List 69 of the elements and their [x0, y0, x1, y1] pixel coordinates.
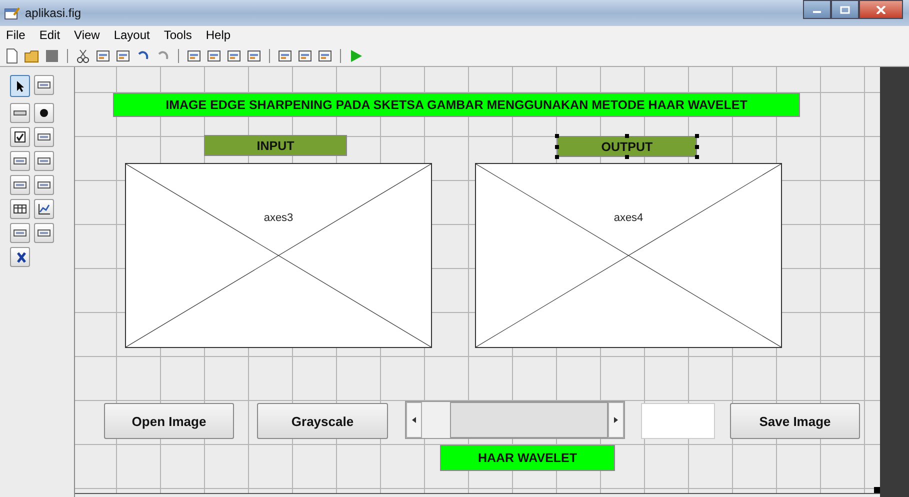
toolbar-icon[interactable] [246, 48, 262, 64]
control-icon [37, 131, 51, 143]
menu-item[interactable]: Layout [114, 28, 150, 44]
chart-icon [37, 203, 51, 215]
push-button[interactable]: Save Image [730, 403, 860, 439]
maximize-icon [840, 6, 850, 14]
close-button[interactable] [859, 0, 903, 19]
menu-item[interactable]: Help [206, 28, 231, 44]
slider-thumb[interactable] [450, 402, 608, 438]
push-button[interactable]: Grayscale [257, 403, 388, 439]
toolbar-icon[interactable] [186, 48, 202, 64]
static-text: INPUT [204, 135, 347, 156]
menu-item[interactable]: Tools [164, 28, 192, 44]
close-icon [876, 6, 886, 14]
pointer-tool[interactable] [10, 75, 30, 97]
left-arrow-icon [412, 417, 416, 423]
palette-tool[interactable] [34, 223, 54, 243]
palette-tool[interactable] [10, 103, 30, 123]
left-arrow-button[interactable] [406, 402, 422, 438]
minimize-button[interactable] [803, 0, 831, 19]
toolbar-icon[interactable] [75, 48, 91, 64]
toolbar-icon[interactable] [226, 48, 242, 64]
push-button[interactable]: Open Image [104, 403, 234, 439]
toolbar-icon[interactable] [95, 48, 111, 64]
palette-tool[interactable] [10, 151, 30, 171]
radio-icon [37, 107, 51, 119]
control-icon [13, 155, 27, 167]
static-text: IMAGE EDGE SHARPENING PADA SKETSA GAMBAR MENGGUNAKAN METODE HAAR WAVELET [113, 93, 800, 117]
axes-label: axes3 [262, 212, 296, 224]
palette-tool[interactable] [34, 127, 54, 147]
palette-tool[interactable] [34, 151, 54, 171]
palette-tool[interactable] [10, 223, 30, 243]
static-text: HAAR WAVELET [440, 445, 615, 471]
palette-tool[interactable] [34, 175, 54, 195]
figure-icon [4, 6, 20, 20]
static-text: OUTPUT [557, 136, 697, 157]
menu-item[interactable]: Edit [39, 28, 60, 44]
toolbar-icon[interactable] [115, 48, 131, 64]
toolbar-icon[interactable] [206, 48, 222, 64]
right-arrow-icon [614, 417, 618, 423]
slider[interactable] [405, 401, 625, 439]
palette-tool[interactable] [10, 199, 30, 219]
checkbox-icon [13, 131, 27, 143]
palette-tool[interactable] [34, 199, 54, 219]
palette-tool[interactable] [10, 175, 30, 195]
control-icon [37, 79, 51, 91]
toolbar-icon[interactable] [297, 48, 313, 64]
run-icon[interactable] [348, 48, 364, 64]
maximize-button[interactable] [831, 0, 859, 19]
toolbar-icon[interactable] [4, 48, 20, 64]
palette-tool[interactable] [34, 103, 54, 123]
toolbar-icon[interactable] [317, 48, 333, 64]
table-icon [13, 203, 27, 215]
palette-tool[interactable] [10, 247, 30, 267]
control-icon [37, 179, 51, 191]
menu-item[interactable]: File [6, 28, 26, 44]
control-icon [13, 179, 27, 191]
resize-handle[interactable] [874, 487, 880, 493]
edit-field[interactable] [641, 403, 715, 439]
control-icon [13, 227, 27, 239]
right-arrow-button[interactable] [608, 402, 624, 438]
menu-item[interactable]: View [74, 28, 100, 44]
axes-label: axes4 [612, 212, 646, 224]
palette-tool[interactable] [34, 75, 54, 95]
window-title: aplikasi.fig [25, 6, 82, 20]
control-icon [37, 227, 51, 239]
palette-tool[interactable] [10, 127, 30, 147]
toolbar-icon[interactable] [277, 48, 293, 64]
control-icon [37, 155, 51, 167]
